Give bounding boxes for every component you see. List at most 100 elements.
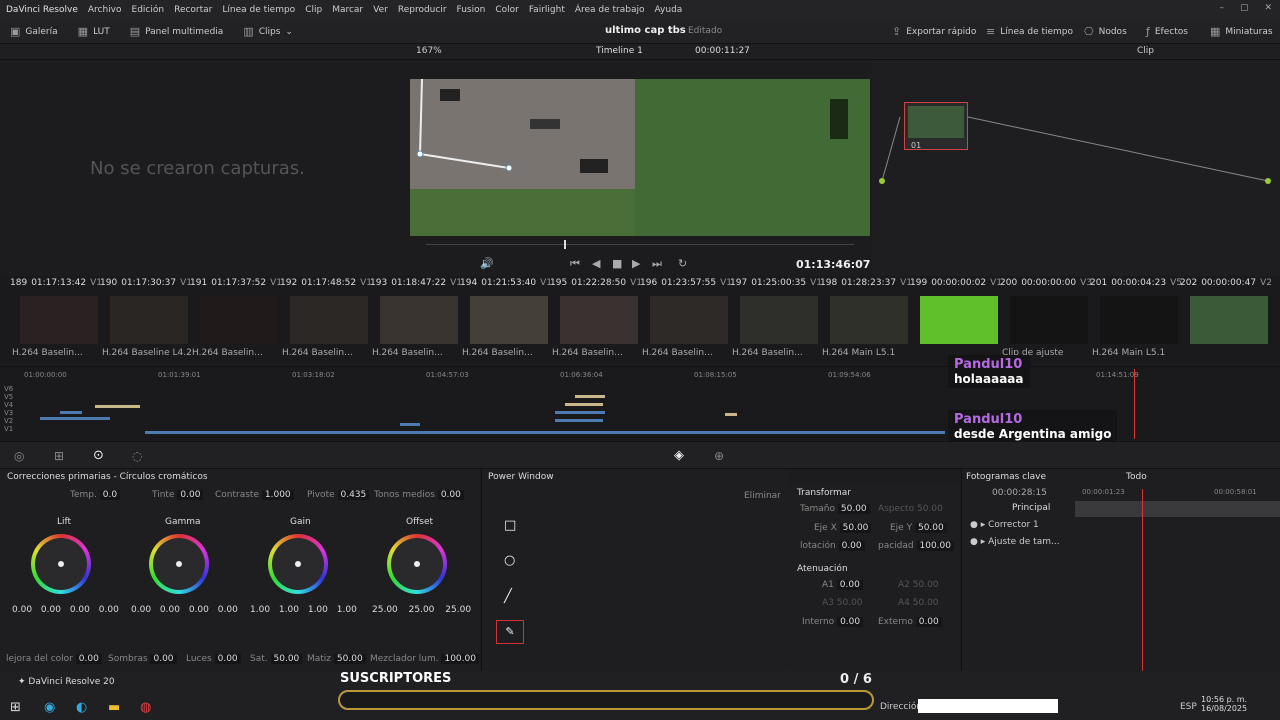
clip-thumbnail[interactable]: 201 00:00:04:23 V5 H.264 Main L5.1 (1090, 278, 1182, 364)
menu-area[interactable]: Área de trabajo (575, 5, 645, 15)
camera-raw-icon[interactable]: ◎ (14, 449, 24, 463)
tinte-field[interactable]: 0.00 (177, 490, 204, 500)
clip-thumbnail[interactable]: 192 01:17:48:52 V1 H.264 Baselin... (280, 278, 372, 364)
clip-selector[interactable]: Clip (1137, 46, 1154, 56)
direccion-input[interactable] (918, 699, 1058, 713)
menu-edicion[interactable]: Edición (132, 5, 165, 15)
app-icon[interactable]: ◉ (44, 700, 55, 715)
luces-field[interactable]: 0.00 (214, 654, 241, 664)
windows-start-icon[interactable]: ⊞ (10, 700, 21, 715)
interno-field[interactable]: 0.00 (837, 617, 864, 627)
tracker-icon[interactable]: ⊕ (714, 449, 724, 463)
zoom-level[interactable]: 167% (416, 46, 442, 56)
offset-values[interactable]: 25.00 25.00 25.00 (372, 605, 471, 615)
lift-values[interactable]: 0.00 0.00 0.00 0.00 (12, 605, 119, 615)
keyframes-principal[interactable]: Principal (1012, 503, 1050, 513)
menu-color[interactable]: Color (495, 5, 519, 15)
node-graph[interactable] (872, 60, 1280, 276)
clip-thumbnail[interactable]: 200 00:00:00:00 V3 Clip de ajuste (1000, 278, 1092, 364)
ejex-field[interactable]: 50.00 (839, 523, 872, 533)
sombras-field[interactable]: 0.00 (150, 654, 177, 664)
square-window-icon[interactable]: □ (504, 518, 516, 533)
a2-field[interactable]: 50.00 (913, 580, 939, 590)
clip-thumbnail[interactable]: 199 00:00:00:02 V1 (910, 278, 1002, 364)
tonos-field[interactable]: 0.00 (437, 490, 464, 500)
pivote-field[interactable]: 0.435 (337, 490, 370, 500)
skip-forward-icon[interactable]: ⏭ (652, 257, 662, 271)
clock[interactable]: 10:56 p. m. 16/08/2025 (1201, 695, 1247, 713)
power-window-shape[interactable] (410, 79, 870, 236)
clip-thumbnail[interactable]: 195 01:22:28:50 V1 H.264 Baselin... (550, 278, 642, 364)
clip-thumbnail[interactable]: 197 01:25:00:35 V1 H.264 Baselin... (730, 278, 822, 364)
keyframes-row-corrector[interactable]: ● ▸ Corrector 1 (970, 520, 1039, 530)
temp-field[interactable]: 0.0 (99, 490, 121, 500)
menu-fairlight[interactable]: Fairlight (529, 5, 565, 15)
externo-field[interactable]: 0.00 (915, 617, 942, 627)
menu-recortar[interactable]: Recortar (174, 5, 212, 15)
viewer-image[interactable] (410, 79, 870, 236)
playhead[interactable] (1134, 369, 1135, 439)
keyframes-playhead[interactable] (1142, 489, 1143, 671)
mejora-field[interactable]: 0.00 (75, 654, 102, 664)
maximize-icon[interactable]: ▢ (1240, 3, 1249, 13)
chrome-icon[interactable]: ◍ (140, 700, 151, 715)
opacidad-field[interactable]: 100.00 (916, 541, 954, 551)
clip-thumbnail[interactable]: 202 00:00:00:47 V2 (1180, 278, 1272, 364)
panel-button[interactable]: ▤ Panel multimedia (120, 25, 234, 38)
clip-thumbnail[interactable]: 190 01:17:30:37 V1 H.264 Baseline L4.2 (100, 278, 192, 364)
a3-field[interactable]: 50.00 (837, 598, 863, 608)
matiz-field[interactable]: 50.00 (333, 654, 366, 664)
stop-icon[interactable]: ■ (612, 257, 622, 270)
hdr-icon[interactable]: ◌ (132, 449, 142, 463)
keyframes-row-ajuste[interactable]: ● ▸ Ajuste de tam... (970, 537, 1060, 547)
minimize-icon[interactable]: – (1219, 3, 1224, 13)
keyframes-filter[interactable]: Todo (1126, 472, 1147, 482)
scrubber-playhead[interactable] (564, 240, 566, 249)
lang-indicator[interactable]: ESP (1180, 702, 1197, 712)
close-icon[interactable]: ✕ (1264, 3, 1272, 13)
exportar-button[interactable]: ⇪ Exportar rápido (882, 25, 986, 38)
aspecto-field[interactable]: 50.00 (917, 504, 943, 514)
color-wheels-icon[interactable]: ⊙ (93, 448, 104, 463)
play-icon[interactable]: ▶ (632, 257, 640, 270)
lut-button[interactable]: ▦ LUT (68, 25, 120, 38)
a1-field[interactable]: 0.00 (836, 580, 863, 590)
edge-icon[interactable]: ◐ (76, 700, 87, 715)
window-icon[interactable]: ◈ (674, 448, 684, 463)
nodos-button[interactable]: ⎔ Nodos (1074, 25, 1137, 38)
gamma-wheel[interactable] (149, 534, 209, 594)
ejey-field[interactable]: 50.00 (914, 523, 947, 533)
volume-icon[interactable]: 🔊 (480, 257, 494, 270)
a4-field[interactable]: 50.00 (913, 598, 939, 608)
mezclador-field[interactable]: 100.00 (441, 654, 479, 664)
gamma-values[interactable]: 0.00 0.00 0.00 0.00 (131, 605, 238, 615)
skip-back-icon[interactable]: ⏮ (570, 257, 580, 271)
sat-field[interactable]: 50.00 (270, 654, 303, 664)
timeline-selector[interactable]: Timeline 1 (596, 46, 643, 56)
menu-fusion[interactable]: Fusion (457, 5, 486, 15)
clip-thumbnail[interactable]: 191 01:17:37:52 V1 H.264 Baselin... (190, 278, 282, 364)
menu-archivo[interactable]: Archivo (88, 5, 122, 15)
clip-thumbnail[interactable]: 198 01:28:23:37 V1 H.264 Main L5.1 (820, 278, 912, 364)
contraste-field[interactable]: 1.000 (261, 490, 294, 500)
loop-icon[interactable]: ↻ (678, 257, 687, 270)
offset-wheel[interactable] (387, 534, 447, 594)
menu-linea[interactable]: Línea de tiempo (222, 5, 295, 15)
folder-icon[interactable]: ▬ (108, 700, 120, 715)
lift-wheel[interactable] (31, 534, 91, 594)
clip-thumbnail[interactable]: 194 01:21:53:40 V1 H.264 Baselin... (460, 278, 552, 364)
color-match-icon[interactable]: ⊞ (54, 449, 64, 463)
galeria-button[interactable]: ▣ Galería (0, 25, 68, 38)
miniaturas-button[interactable]: ▦ Miniaturas (1200, 25, 1280, 38)
gain-wheel[interactable] (268, 534, 328, 594)
linear-window-icon[interactable]: ╱ (504, 589, 512, 604)
menu-ayuda[interactable]: Ayuda (655, 5, 683, 15)
circle-window-icon[interactable]: ○ (504, 553, 515, 568)
menu-ver[interactable]: Ver (373, 5, 388, 15)
gain-values[interactable]: 1.00 1.00 1.00 1.00 (250, 605, 357, 615)
efectos-button[interactable]: ƒ Efectos (1136, 25, 1198, 38)
clips-button[interactable]: ▥ Clips ⌄ (233, 25, 303, 38)
color-node-01[interactable]: 01 (904, 102, 968, 150)
menu-marcar[interactable]: Marcar (332, 5, 363, 15)
play-reverse-icon[interactable]: ◀ (592, 257, 600, 270)
